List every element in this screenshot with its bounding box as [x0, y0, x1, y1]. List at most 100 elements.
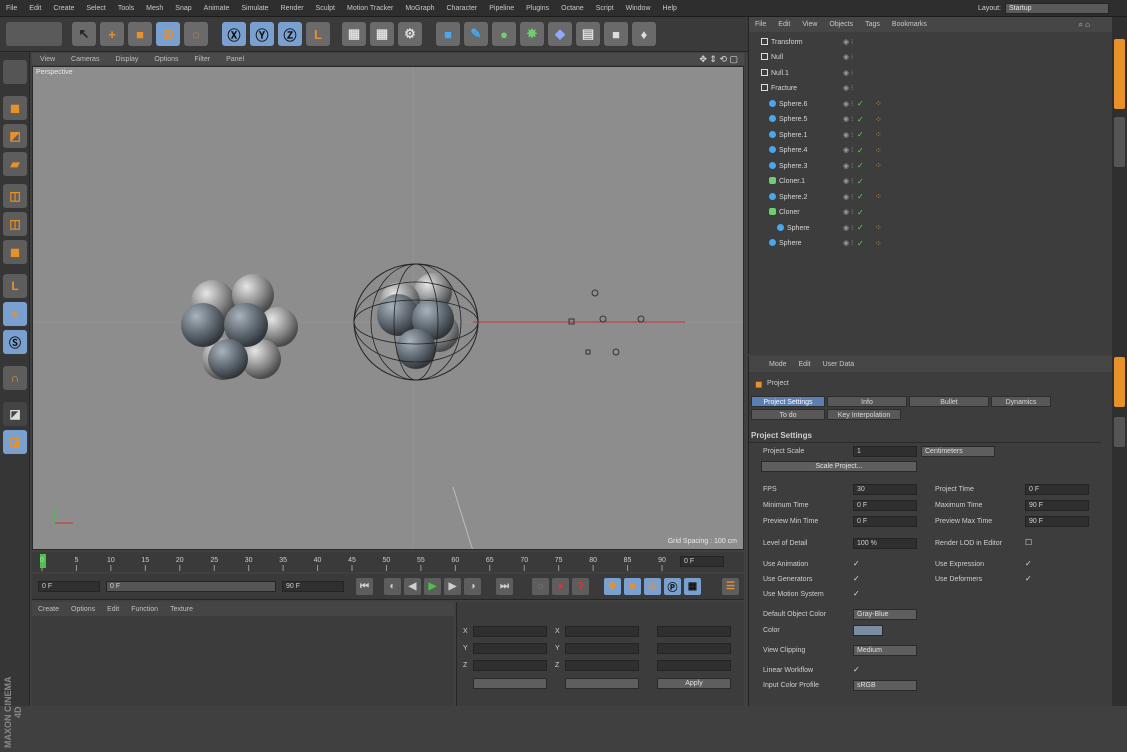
- viewport-menu-filter[interactable]: Filter: [187, 56, 219, 63]
- auto-key-icon[interactable]: ?: [572, 578, 589, 595]
- project-scale-unit-dropdown[interactable]: Centimeters: [921, 446, 995, 457]
- menu-sculpt[interactable]: Sculpt: [310, 5, 341, 12]
- object-name[interactable]: Sphere.5: [769, 115, 807, 123]
- sphere-cluster-left[interactable]: [181, 274, 298, 380]
- attr-menu-edit[interactable]: Edit: [793, 361, 817, 368]
- menu-edit[interactable]: Edit: [23, 5, 47, 12]
- material-menu-texture[interactable]: Texture: [164, 606, 199, 613]
- visibility-icon[interactable]: ◉ ⁝: [843, 239, 853, 247]
- start-frame-field[interactable]: 0 F: [38, 581, 100, 592]
- recent-tool-icon[interactable]: ◌: [184, 22, 208, 46]
- menu-file[interactable]: File: [0, 5, 23, 12]
- menu-mesh[interactable]: Mesh: [140, 5, 169, 12]
- polygons-mode-icon[interactable]: ◼: [3, 240, 27, 264]
- viewport-menu-display[interactable]: Display: [107, 56, 146, 63]
- object-row[interactable]: Sphere.2 ◉ ⁝ ✓ ⁘: [749, 189, 1113, 204]
- visibility-icon[interactable]: ◉ ⁝: [843, 162, 853, 170]
- object-menu-tags[interactable]: Tags: [859, 21, 886, 28]
- object-row[interactable]: Cloner ◉ ⁝ ✓: [749, 205, 1113, 220]
- tab-todo[interactable]: To do: [751, 409, 825, 420]
- object-row[interactable]: Sphere.5 ◉ ⁝ ✓ ⁘: [749, 112, 1113, 127]
- workplane-icon[interactable]: ▰: [3, 152, 27, 176]
- object-menu-edit[interactable]: Edit: [772, 21, 796, 28]
- coord-space-dropdown[interactable]: [473, 678, 547, 689]
- enabled-check-icon[interactable]: ✓: [857, 223, 864, 232]
- menu-snap[interactable]: Snap: [169, 5, 197, 12]
- model-mode-icon[interactable]: ◼: [3, 96, 27, 120]
- keyframe-icon[interactable]: ◌: [532, 578, 549, 595]
- step-forward-icon[interactable]: ▶: [444, 578, 461, 595]
- move-icon[interactable]: +: [100, 22, 124, 46]
- goto-start-icon[interactable]: ⏮: [356, 578, 373, 595]
- render-settings-icon[interactable]: ⚙: [398, 22, 422, 46]
- menu-pipeline[interactable]: Pipeline: [483, 5, 520, 12]
- cloner-icon[interactable]: ✸: [520, 22, 544, 46]
- edges-mode-icon[interactable]: ◫: [3, 212, 27, 236]
- visibility-icon[interactable]: ◉ ⁝: [843, 208, 853, 216]
- grid-workplane-icon[interactable]: ◪: [3, 430, 27, 454]
- visibility-icon[interactable]: ◉ ⁝: [843, 84, 853, 92]
- object-menu-file[interactable]: File: [749, 21, 772, 28]
- min-time-field[interactable]: 0 F: [853, 500, 917, 511]
- viewport-menu-options[interactable]: Options: [146, 56, 186, 63]
- apply-button[interactable]: Apply: [657, 678, 731, 689]
- use-animation-checkbox[interactable]: ✓: [853, 559, 860, 568]
- visibility-icon[interactable]: ◉ ⁝: [843, 100, 853, 108]
- layers-tab[interactable]: [1114, 417, 1125, 447]
- render-picture-viewer-icon[interactable]: ▦: [370, 22, 394, 46]
- object-row[interactable]: Sphere.6 ◉ ⁝ ✓ ⁘: [749, 96, 1113, 111]
- enabled-check-icon[interactable]: ✓: [857, 146, 864, 155]
- objects-tab[interactable]: [1114, 39, 1125, 109]
- step-back-icon[interactable]: ◀: [404, 578, 421, 595]
- viewport-menu-panel[interactable]: Panel: [218, 56, 252, 63]
- use-generators-checkbox[interactable]: ✓: [853, 574, 860, 583]
- preview-min-field[interactable]: 0 F: [853, 516, 917, 527]
- rotate-icon[interactable]: ◎: [156, 22, 180, 46]
- enabled-check-icon[interactable]: ✓: [857, 130, 864, 139]
- menu-character[interactable]: Character: [441, 5, 484, 12]
- preview-max-field[interactable]: 90 F: [1025, 516, 1089, 527]
- tag-icon[interactable]: ⁘: [875, 115, 882, 124]
- next-key-icon[interactable]: ◑: [464, 578, 481, 595]
- object-name[interactable]: Fracture: [761, 84, 797, 92]
- search-icon[interactable]: ⌕ ⌂: [1078, 20, 1090, 30]
- visibility-icon[interactable]: ◉ ⁝: [843, 38, 853, 46]
- deformer-icon[interactable]: ◆: [548, 22, 572, 46]
- object-row[interactable]: Fracture ◉ ⁝: [749, 81, 1113, 96]
- menu-help[interactable]: Help: [657, 5, 683, 12]
- timeline[interactable]: 0 5 10 15 20 25 30 35 40 45 50 55 60 65 70 75 80 85 90 0 F: [32, 552, 744, 572]
- visibility-icon[interactable]: ◉ ⁝: [843, 146, 853, 154]
- coord-size-x[interactable]: [565, 626, 639, 637]
- cube-icon[interactable]: ■: [436, 22, 460, 46]
- menu-motion-tracker[interactable]: Motion Tracker: [341, 5, 399, 12]
- x-axis-icon[interactable]: Ⓧ: [222, 22, 246, 46]
- key-position-icon[interactable]: ✥: [604, 578, 621, 595]
- coord-rot-b[interactable]: [657, 660, 731, 671]
- coord-pos-z[interactable]: [473, 660, 547, 671]
- object-menu-objects[interactable]: Objects: [823, 21, 859, 28]
- make-editable-icon[interactable]: [3, 60, 27, 84]
- scale-icon[interactable]: ■: [128, 22, 152, 46]
- attr-menu-mode[interactable]: Mode: [763, 361, 793, 368]
- 3d-viewport[interactable]: Perspective Grid Spacing : 100 cm: [32, 66, 744, 550]
- key-pla-icon[interactable]: ▦: [684, 578, 701, 595]
- subdivision-icon[interactable]: ●: [492, 22, 516, 46]
- visibility-icon[interactable]: ◉ ⁝: [843, 224, 853, 232]
- snap-icon[interactable]: Ⓢ: [3, 330, 27, 354]
- project-scale-field[interactable]: 1: [853, 446, 917, 457]
- tag-icon[interactable]: ⁘: [875, 192, 882, 201]
- coord-rot-h[interactable]: [657, 626, 731, 637]
- end-frame-field[interactable]: 90 F: [282, 581, 344, 592]
- camera-icon[interactable]: ■: [604, 22, 628, 46]
- object-name[interactable]: Sphere.4: [769, 146, 807, 154]
- tab-dynamics[interactable]: Dynamics: [991, 396, 1051, 407]
- visibility-icon[interactable]: ◉ ⁝: [843, 69, 853, 77]
- object-row[interactable]: Sphere ◉ ⁝ ✓ ⁘: [749, 220, 1113, 235]
- max-time-field[interactable]: 90 F: [1025, 500, 1089, 511]
- menu-tools[interactable]: Tools: [112, 5, 140, 12]
- viewport-menu-cameras[interactable]: Cameras: [63, 56, 107, 63]
- linear-workflow-checkbox[interactable]: ✓: [853, 665, 860, 674]
- menu-animate[interactable]: Animate: [198, 5, 236, 12]
- tab-info[interactable]: Info: [827, 396, 907, 407]
- viewport-scene[interactable]: [33, 67, 744, 550]
